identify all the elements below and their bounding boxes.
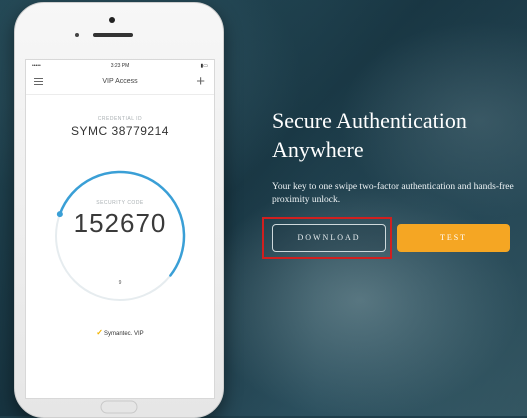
security-code: 152670 (73, 208, 167, 238)
headline-line-1: Secure Authentication (272, 108, 467, 133)
security-code-label: SECURITY CODE (96, 200, 144, 206)
check-icon: ✓ (96, 328, 103, 337)
credential-id: SYMC 38779214 (71, 124, 169, 138)
hero-subtext: Your key to one swipe two-factor authent… (272, 182, 514, 205)
headline-line-2: Anywhere (272, 137, 364, 162)
hero-headline: Secure Authentication Anywhere (272, 106, 522, 164)
app-navbar: VIP Access + (26, 72, 214, 95)
app-title: VIP Access (102, 78, 138, 85)
test-button[interactable]: TEST (397, 224, 510, 252)
home-button (100, 400, 138, 414)
symantec-logo: ✓Symantec. VIP (26, 328, 214, 337)
phone-mockup: ••••• 3:23 PM ▮▭ VIP Access + CREDENTIAL… (14, 2, 224, 418)
phone-screen: ••••• 3:23 PM ▮▭ VIP Access + CREDENTIAL… (25, 59, 215, 399)
status-time: 3:23 PM (110, 63, 130, 69)
phone-camera (109, 17, 115, 23)
annotation-highlight-box (262, 217, 392, 259)
add-icon[interactable]: + (196, 73, 205, 90)
phone-speaker (93, 33, 133, 37)
battery-icon: ▮▭ (200, 63, 208, 69)
brand-name: Symantec. VIP (104, 331, 144, 337)
credential-label: CREDENTIAL ID (97, 116, 143, 122)
seconds-remaining: 9 (118, 280, 122, 286)
phone-sensor (75, 33, 79, 37)
status-bar: ••••• 3:23 PM ▮▭ (26, 62, 214, 72)
